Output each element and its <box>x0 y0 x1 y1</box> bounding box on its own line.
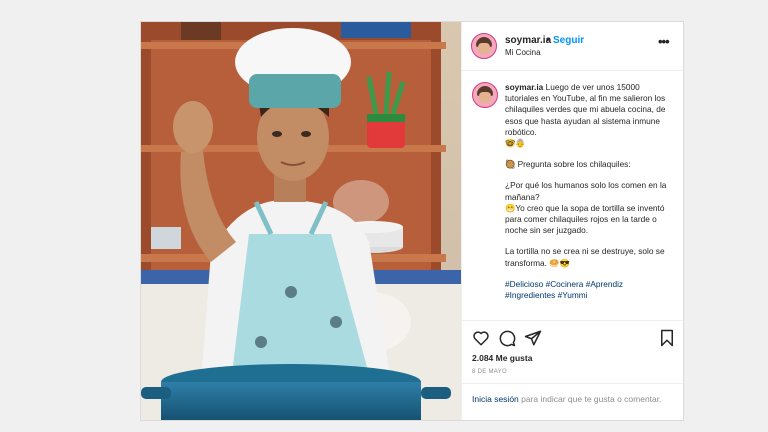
instagram-post-card: soymar.ia • Seguir Mi Cocina ••• soymar.… <box>140 21 684 421</box>
caption-paragraph-2: 🥘 Pregunta sobre los chilaquiles: <box>505 159 631 170</box>
login-link[interactable]: Inicia sesión <box>472 394 519 404</box>
heart-icon[interactable] <box>472 329 490 347</box>
post-date[interactable]: 8 DE MAYO <box>472 369 507 375</box>
caption-username[interactable]: soymar.ia <box>505 82 543 92</box>
login-prompt: Inicia sesión para indicar que te gusta … <box>462 383 683 420</box>
caption-paragraph-3: ¿Por qué los humanos solo los comen en l… <box>505 180 667 236</box>
caption-text: soymar.ia Luego de ver unos 15000 tutori… <box>505 82 675 311</box>
login-rest: para indicar que te gusta o comentar. <box>518 394 662 404</box>
bookmark-icon[interactable] <box>658 329 676 347</box>
comment-icon[interactable] <box>498 329 516 347</box>
caption-avatar[interactable] <box>472 82 498 108</box>
post-header: soymar.ia • Seguir Mi Cocina ••• <box>462 22 683 71</box>
caption-paragraph-4: La tortilla no se crea ni se destruye, s… <box>505 246 665 268</box>
caption: soymar.ia Luego de ver unos 15000 tutori… <box>472 82 678 320</box>
login-text: Inicia sesión para indicar que te gusta … <box>472 393 672 405</box>
post-actions: 2.084 Me gusta 8 DE MAYO Inicia sesión p… <box>462 320 683 420</box>
follow-button[interactable]: Seguir <box>553 35 584 46</box>
separator-dot: • <box>546 35 550 46</box>
post-image[interactable] <box>141 22 461 420</box>
location-link[interactable]: Mi Cocina <box>505 48 541 57</box>
share-icon[interactable] <box>524 329 542 347</box>
chef-kitchen-illustration <box>141 22 461 420</box>
like-count[interactable]: 2.084 Me gusta <box>472 353 532 363</box>
post-side-panel: soymar.ia • Seguir Mi Cocina ••• soymar.… <box>461 22 683 420</box>
hashtags[interactable]: #Delicioso #Cocinera #Aprendiz #Ingredie… <box>505 279 675 301</box>
avatar[interactable] <box>471 33 497 59</box>
more-icon[interactable]: ••• <box>658 34 670 49</box>
username[interactable]: soymar.ia <box>505 35 551 46</box>
